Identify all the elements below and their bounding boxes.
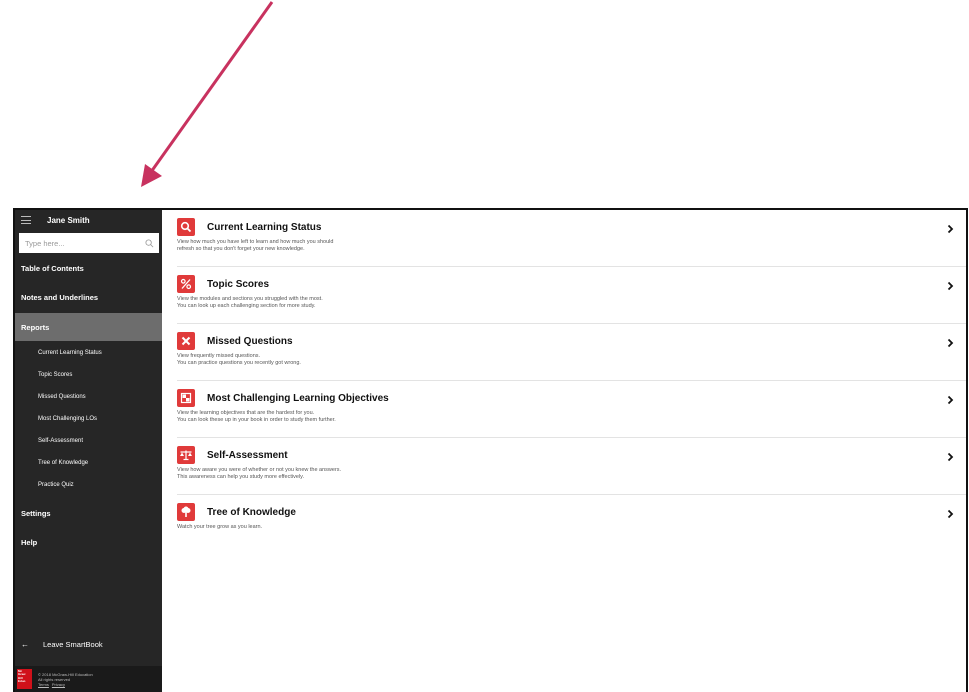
report-topic-scores[interactable]: Topic Scores View the modules and sectio… (177, 267, 966, 324)
report-title: Topic Scores (207, 278, 270, 290)
report-description: View frequently missed questions. You ca… (177, 353, 301, 366)
report-self-assessment[interactable]: Self-Assessment View how aware you were … (177, 438, 966, 495)
sidebar-header: Jane Smith (15, 210, 162, 230)
search-box (19, 233, 159, 253)
smartbook-app: Jane Smith Table of Contents Notes and U… (13, 208, 968, 692)
report-missed-questions[interactable]: Missed Questions View frequently missed … (177, 324, 966, 381)
nav-help[interactable]: Help (15, 528, 162, 556)
nav-table-of-contents[interactable]: Table of Contents (15, 253, 162, 283)
magnifier-icon (177, 218, 195, 236)
sidebar: Jane Smith Table of Contents Notes and U… (15, 210, 162, 692)
reports-list: Current Learning Status View how much yo… (162, 210, 966, 692)
hamburger-icon[interactable] (21, 216, 31, 224)
report-title: Most Challenging Learning Objectives (207, 392, 389, 404)
terms-link[interactable]: Terms (38, 682, 49, 687)
back-arrow-icon: ← (21, 640, 29, 649)
report-title: Current Learning Status (207, 221, 322, 233)
report-most-challenging-learning-objectives[interactable]: Most Challenging Learning Objectives Vie… (177, 381, 966, 438)
chevron-right-icon[interactable] (947, 395, 954, 405)
chevron-right-icon[interactable] (947, 224, 954, 234)
nav-missed-questions[interactable]: Missed Questions (15, 386, 162, 408)
tree-icon (177, 503, 195, 521)
nav-tree-of-knowledge[interactable]: Tree of Knowledge (15, 452, 162, 474)
leave-smartbook-button[interactable]: ← Leave SmartBook (15, 640, 103, 649)
report-title: Missed Questions (207, 335, 293, 347)
chevron-right-icon[interactable] (947, 452, 954, 462)
nav-reports[interactable]: Reports (15, 313, 162, 341)
report-description: View the learning objectives that are th… (177, 410, 336, 423)
user-name: Jane Smith (47, 215, 90, 225)
report-current-learning-status[interactable]: Current Learning Status View how much yo… (177, 210, 966, 267)
report-title: Self-Assessment (207, 449, 288, 461)
footer-text: © 2018 McGraw-Hill Education All rights … (38, 672, 93, 687)
nav-topic-scores[interactable]: Topic Scores (15, 364, 162, 386)
x-mark-icon (177, 332, 195, 350)
search-icon[interactable] (145, 238, 154, 248)
report-title: Tree of Knowledge (207, 506, 296, 518)
chevron-right-icon[interactable] (947, 281, 954, 291)
report-description: Watch your tree grow as you learn. (177, 524, 263, 530)
nav-self-assessment[interactable]: Self-Assessment (15, 430, 162, 452)
report-description: View the modules and sections you strugg… (177, 296, 323, 309)
nav-practice-quiz[interactable]: Practice Quiz (15, 474, 162, 496)
chevron-right-icon[interactable] (947, 509, 954, 519)
report-description: View how much you have left to learn and… (177, 239, 334, 252)
search-input[interactable] (25, 238, 125, 248)
copyright-text: © 2018 McGraw-Hill Education (38, 671, 93, 677)
checker-icon (177, 389, 195, 407)
nav-current-learning-status[interactable]: Current Learning Status (15, 342, 162, 364)
scales-icon (177, 446, 195, 464)
percent-icon (177, 275, 195, 293)
footer: Mc Graw Hill Educ. © 2018 McGraw-Hill Educa… (15, 666, 162, 692)
privacy-link[interactable]: Privacy (52, 682, 65, 687)
nav-settings[interactable]: Settings (15, 498, 162, 528)
nav-most-challenging-los[interactable]: Most Challenging LOs (15, 408, 162, 430)
nav-notes-and-underlines[interactable]: Notes and Underlines (15, 283, 162, 311)
leave-smartbook-label: Leave SmartBook (43, 640, 103, 649)
chevron-right-icon[interactable] (947, 338, 954, 348)
mcgraw-hill-logo: Mc Graw Hill Educ. (17, 669, 32, 689)
report-description: View how aware you were of whether or no… (177, 467, 342, 480)
report-tree-of-knowledge[interactable]: Tree of Knowledge Watch your tree grow a… (177, 495, 966, 552)
